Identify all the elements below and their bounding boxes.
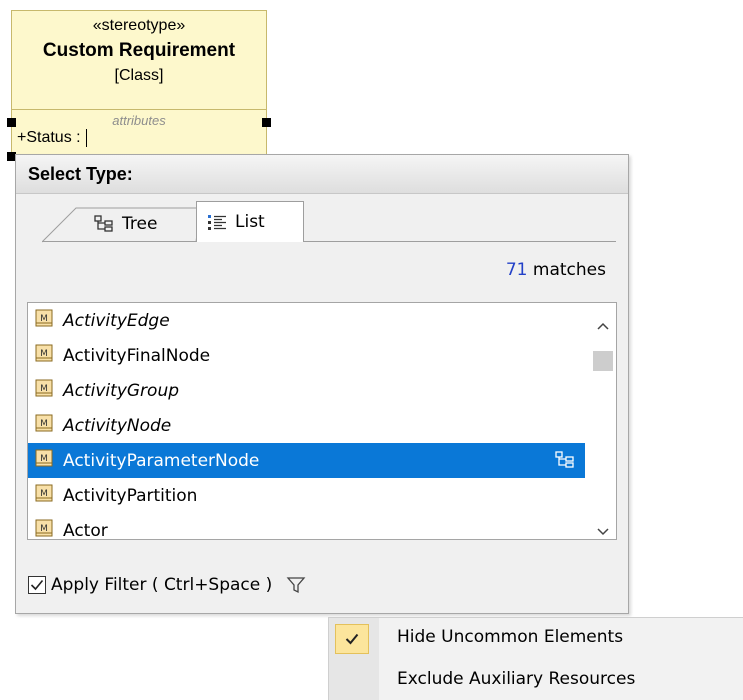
- list-scrollbar[interactable]: [589, 303, 616, 539]
- attributes-compartment-title: attributes: [112, 113, 166, 128]
- type-list[interactable]: M ActivityEdge M ActivityFinalNode M Act…: [27, 302, 617, 540]
- metaclass-icon: M: [34, 343, 54, 368]
- tab-strip-baseline: [42, 241, 616, 242]
- popup-title: Select Type:: [16, 155, 628, 194]
- check-icon: [345, 633, 359, 645]
- resize-handle-right[interactable]: [262, 118, 271, 127]
- list-item-label: ActivityGroup: [63, 380, 180, 401]
- list-item-label: Actor: [63, 520, 108, 540]
- list-item[interactable]: M Actor: [28, 513, 616, 540]
- text-caret: [85, 129, 87, 147]
- list-item[interactable]: M ActivityPartition: [28, 478, 616, 513]
- list-item-label: ActivityPartition: [63, 485, 198, 506]
- stereotype-label: «stereotype»: [92, 17, 186, 34]
- check-icon: [30, 579, 44, 591]
- apply-filter-label: Apply Filter ( Ctrl+Space ): [51, 575, 273, 595]
- tree-icon: [94, 215, 114, 233]
- filter-funnel-icon[interactable]: [286, 575, 306, 595]
- metaclass-icon: M: [34, 413, 54, 438]
- attribute-prefix: +Status :: [17, 129, 81, 146]
- list-item-label: ActivityFinalNode: [63, 345, 211, 366]
- list-item-label: ActivityNode: [63, 415, 172, 436]
- metaclass-icon: M: [34, 448, 54, 473]
- menu-check-indicator: [335, 624, 369, 654]
- scroll-up-icon[interactable]: [597, 315, 609, 334]
- attribute-edit-row[interactable]: +Status :: [12, 128, 266, 148]
- scrollbar-thumb[interactable]: [593, 351, 613, 371]
- scroll-down-icon[interactable]: [597, 521, 609, 539]
- metaclass-icon: M: [34, 378, 54, 403]
- list-item[interactable]: M ActivityEdge: [28, 303, 616, 338]
- class-shape[interactable]: «stereotype» Custom Requirement [Class] …: [11, 10, 267, 156]
- metaclass-icon: M: [34, 483, 54, 508]
- show-in-tree-icon[interactable]: [555, 451, 575, 469]
- list-item[interactable]: M ActivityGroup: [28, 373, 616, 408]
- list-item[interactable]: M ActivityNode: [28, 408, 616, 443]
- matches-count: 71 matches: [506, 260, 606, 280]
- apply-filter-checkbox[interactable]: [28, 576, 46, 594]
- class-name: Custom Requirement: [42, 40, 236, 61]
- menu-item-hide-uncommon[interactable]: Hide Uncommon Elements: [397, 627, 623, 647]
- list-item[interactable]: M ActivityFinalNode: [28, 338, 616, 373]
- list-item-label: ActivityParameterNode: [63, 450, 260, 471]
- matches-number: 71: [505, 260, 528, 280]
- tab-tree-label: Tree: [122, 214, 158, 234]
- metaclass-icon: M: [34, 518, 54, 539]
- matches-label: matches: [532, 260, 606, 280]
- select-type-popup: Select Type: Tree List 71 matches M Acti…: [15, 154, 629, 614]
- class-header: «stereotype» Custom Requirement [Class]: [12, 16, 266, 110]
- apply-filter-row[interactable]: Apply Filter ( Ctrl+Space ): [28, 575, 306, 595]
- filter-options-menu: Hide Uncommon Elements Exclude Auxiliary…: [328, 617, 743, 700]
- list-item-selected[interactable]: M ActivityParameterNode: [28, 443, 585, 478]
- tab-list-label: List: [235, 212, 265, 232]
- class-kind: [Class]: [114, 67, 164, 84]
- metaclass-icon: M: [34, 308, 54, 333]
- resize-handle-left[interactable]: [7, 118, 16, 127]
- tab-list[interactable]: List: [196, 201, 304, 242]
- list-item-label: ActivityEdge: [63, 310, 170, 331]
- tab-tree[interactable]: Tree: [54, 207, 196, 241]
- list-icon: [207, 213, 227, 231]
- menu-item-exclude-auxiliary[interactable]: Exclude Auxiliary Resources: [397, 669, 635, 689]
